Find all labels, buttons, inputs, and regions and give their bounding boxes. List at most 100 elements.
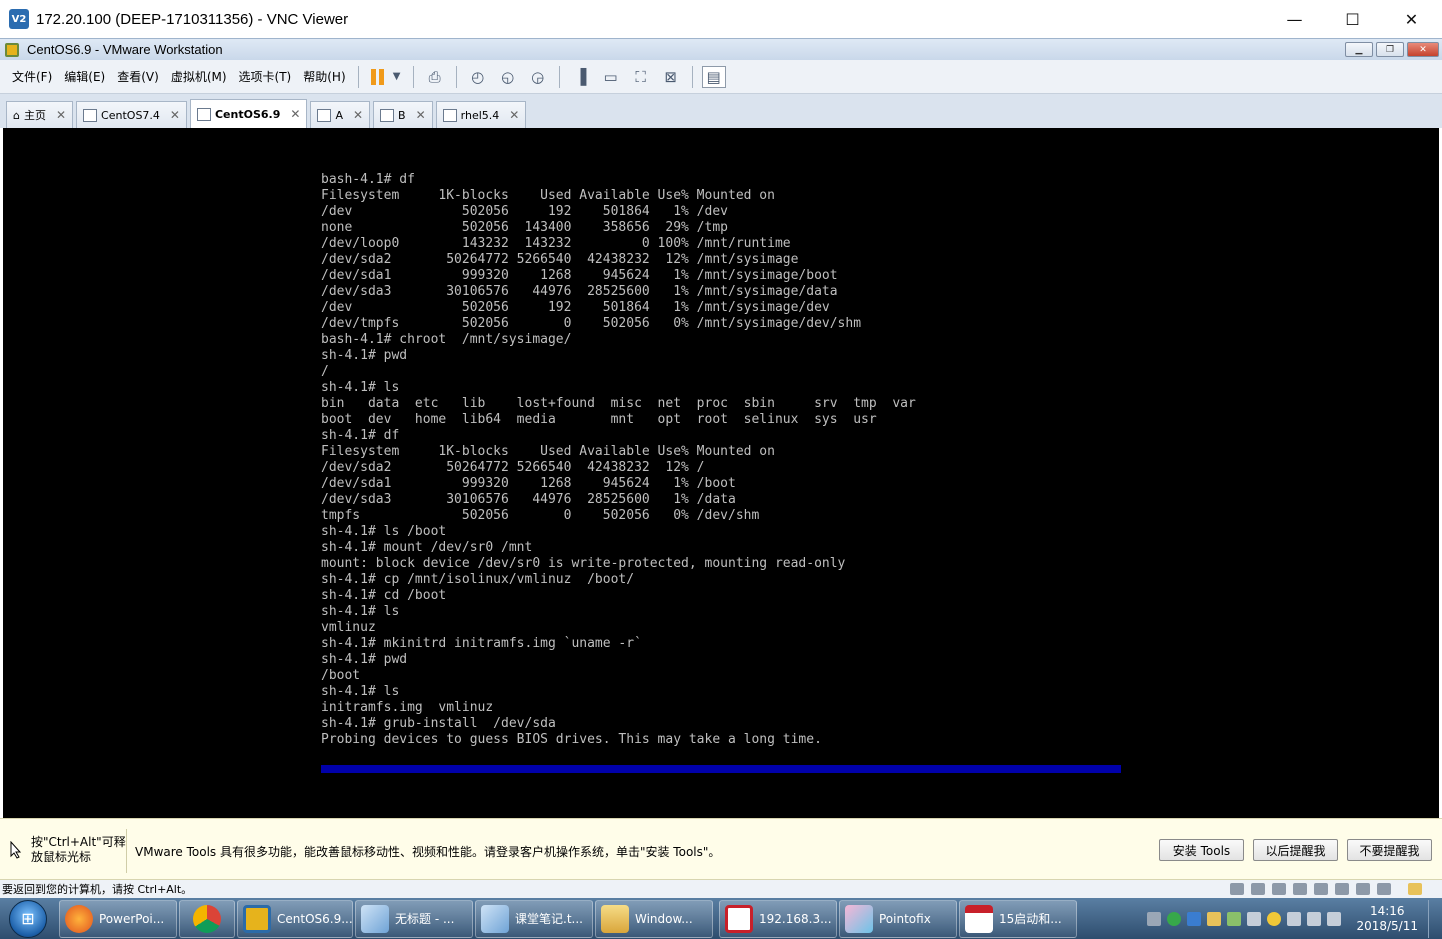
console-line: Filesystem 1K-blocks Used Available Use%…	[321, 188, 775, 203]
sound-icon[interactable]	[1356, 883, 1370, 895]
console-line: none 502056 143400 358656 29% /tmp	[321, 220, 728, 235]
release-cursor-hint: 按"Ctrl+Alt"可释 放鼠标光标	[31, 835, 126, 864]
pause-icon[interactable]	[370, 68, 387, 85]
close-icon[interactable]: ✕	[290, 107, 300, 121]
usb-icon[interactable]	[1314, 883, 1328, 895]
tab-centos74[interactable]: CentOS7.4 ✕	[76, 101, 187, 128]
network-adapter-icon[interactable]	[1272, 883, 1286, 895]
snapshot-revert-icon[interactable]: ◵	[496, 66, 520, 88]
menu-help[interactable]: 帮助(H)	[297, 68, 351, 85]
chrome-icon	[193, 904, 221, 933]
send-ctrl-alt-del-icon[interactable]: ⎙	[423, 66, 447, 88]
console-line: bash-4.1# df	[321, 172, 415, 187]
toolbar-separator	[691, 65, 693, 88]
minimize-button[interactable]: —	[1265, 0, 1324, 38]
vmware-restore-button[interactable]: ❐	[1376, 42, 1404, 57]
console-line: /dev 502056 192 501864 1% /dev	[321, 204, 728, 219]
volume-icon[interactable]	[1327, 911, 1342, 926]
tab-b[interactable]: B ✕	[373, 101, 433, 128]
taskbar-label: CentOS6.9...	[277, 911, 353, 926]
clock-time: 14:16	[1369, 903, 1405, 918]
close-icon[interactable]: ✕	[56, 108, 66, 122]
show-library-icon[interactable]: ▐	[569, 66, 593, 88]
tab-centos69[interactable]: CentOS6.9 ✕	[189, 99, 308, 128]
console-line: bin data etc lib lost+found misc net pro…	[321, 396, 916, 411]
menu-bar: 文件(F) 编辑(E) 查看(V) 虚拟机(M) 选项卡(T) 帮助(H) ▼ …	[0, 60, 1442, 94]
show-thumbnail-icon[interactable]: ▭	[599, 66, 623, 88]
vnc-viewer-icon: V2	[9, 9, 29, 29]
toolbar-separator	[455, 65, 457, 88]
taskbar-item-explorer[interactable]: Window...	[595, 899, 713, 938]
vmware-minimize-button[interactable]: ▁	[1345, 42, 1373, 57]
install-tools-button[interactable]: 安装 Tools	[1159, 839, 1244, 861]
network-icon[interactable]	[1247, 911, 1262, 926]
remind-later-button[interactable]: 以后提醒我	[1253, 839, 1338, 861]
taskbar-item-pdf[interactable]: 15启动和...	[959, 899, 1077, 938]
hard-disk-icon[interactable]	[1230, 883, 1244, 895]
close-button[interactable]: ✕	[1382, 0, 1441, 38]
firefox-icon	[65, 904, 93, 933]
tool-icon[interactable]	[1287, 911, 1302, 926]
qq-icon[interactable]	[1267, 911, 1282, 926]
full-screen-icon[interactable]: ⛶	[629, 66, 653, 88]
tab-rhel54[interactable]: rhel5.4 ✕	[435, 101, 527, 128]
vmware-close-button[interactable]: ✕	[1407, 42, 1439, 57]
menu-file[interactable]: 文件(F)	[6, 68, 58, 85]
unity-icon[interactable]: ⊠	[659, 66, 683, 88]
network-adapter-icon[interactable]	[1293, 883, 1307, 895]
start-button[interactable]: ⊞	[9, 899, 47, 938]
never-remind-button[interactable]: 不要提醒我	[1347, 839, 1432, 861]
vnc-window-title: 172.20.100 (DEEP-1710311356) - VNC Viewe…	[36, 10, 349, 28]
menu-tabs[interactable]: 选项卡(T)	[233, 68, 298, 85]
display-icon[interactable]	[1377, 883, 1391, 895]
taskbar-item-notes[interactable]: 课堂笔记.t...	[475, 899, 593, 938]
keyboard-icon[interactable]	[1147, 911, 1162, 926]
action-center-icon[interactable]	[1307, 911, 1322, 926]
console-line: /boot	[321, 668, 361, 683]
menu-vm[interactable]: 虚拟机(M)	[165, 68, 233, 85]
vm-icon	[83, 108, 98, 122]
mouse-cursor-icon	[10, 841, 22, 859]
console-line: sh-4.1# ls	[321, 604, 400, 619]
close-icon[interactable]: ✕	[353, 108, 363, 122]
menu-view[interactable]: 查看(V)	[111, 68, 165, 85]
tab-a[interactable]: A ✕	[310, 101, 371, 128]
message-icon[interactable]	[1408, 883, 1422, 895]
vm-icon	[196, 107, 211, 121]
app-tray-icon[interactable]	[1227, 911, 1242, 926]
console-view-icon[interactable]: ▤	[701, 65, 726, 88]
snapshot-take-icon[interactable]: ◴	[466, 66, 490, 88]
taskbar-item-notepad[interactable]: 无标题 - ...	[355, 899, 473, 938]
chevron-down-icon[interactable]: ▼	[390, 66, 404, 88]
taskbar-clock[interactable]: 14:16 2018/5/11	[1356, 904, 1418, 934]
upload-icon[interactable]	[1187, 911, 1202, 926]
remote-desktop-icon	[725, 904, 753, 933]
snapshot-manager-icon[interactable]: ◶	[526, 66, 550, 88]
pointofix-icon	[845, 904, 873, 933]
close-icon[interactable]: ✕	[416, 108, 426, 122]
taskbar-item-chrome[interactable]	[179, 899, 235, 938]
printer-icon[interactable]	[1335, 883, 1349, 895]
tab-home[interactable]: ⌂ 主页 ✕	[6, 101, 74, 128]
console-line: bash-4.1# chroot /mnt/sysimage/	[321, 332, 572, 347]
maximize-button[interactable]: ☐	[1323, 0, 1382, 38]
taskbar-item-vmware[interactable]: CentOS6.9...	[237, 899, 353, 938]
close-icon[interactable]: ✕	[170, 108, 180, 122]
taskbar-label: PowerPoi...	[99, 911, 165, 926]
antivirus-icon[interactable]	[1207, 911, 1222, 926]
close-icon[interactable]: ✕	[509, 108, 519, 122]
show-desktop-button[interactable]	[1428, 899, 1434, 938]
taskbar-item-pointofix[interactable]: Pointofix	[839, 899, 957, 938]
status-text: 要返回到您的计算机，请按 Ctrl+Alt。	[2, 883, 193, 896]
taskbar-label: 无标题 - ...	[395, 912, 455, 926]
taskbar-item-powerpoint[interactable]: PowerPoi...	[59, 899, 177, 938]
menu-edit[interactable]: 编辑(E)	[58, 68, 111, 85]
folder-icon	[601, 904, 629, 933]
cd-drive-icon[interactable]	[1251, 883, 1265, 895]
sogou-icon[interactable]	[1167, 911, 1182, 926]
console-line: /dev/sda2 50264772 5266540 42438232 12% …	[321, 252, 799, 267]
toolbar-separator	[412, 65, 414, 88]
vm-console[interactable]: bash-4.1# df Filesystem 1K-blocks Used Av…	[3, 128, 1439, 818]
console-line: sh-4.1# ls	[321, 684, 400, 699]
taskbar-item-vnc[interactable]: 192.168.3...	[719, 899, 837, 938]
